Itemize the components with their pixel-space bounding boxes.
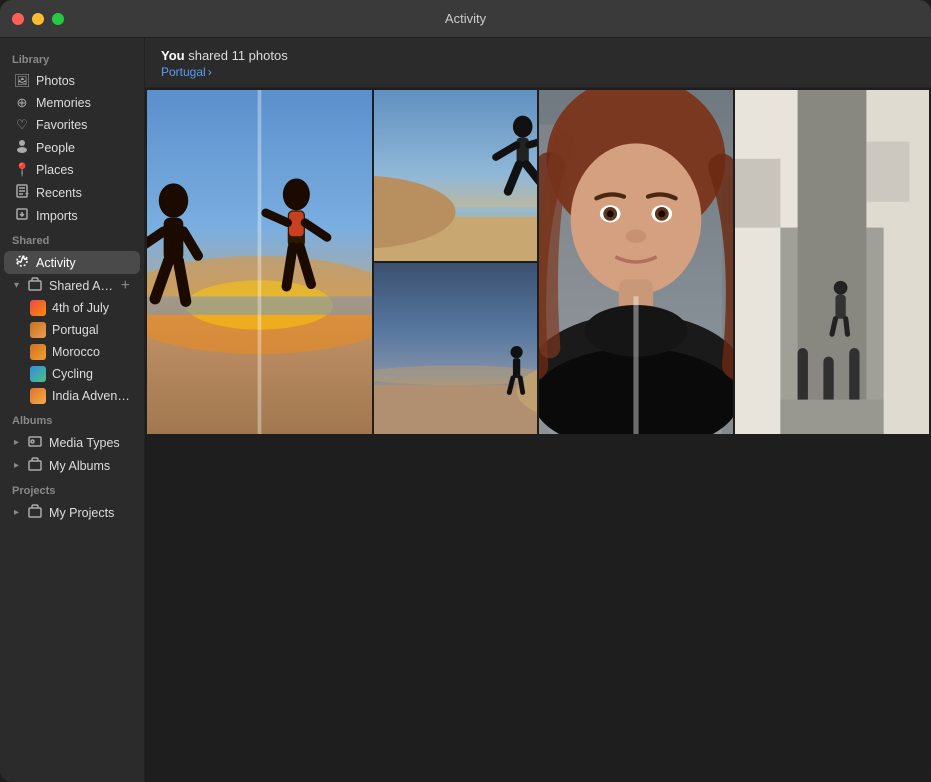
sidebar-item-label: Morocco xyxy=(52,345,130,359)
album-thumb-india xyxy=(30,388,46,404)
main-content: Library 🖼 Photos ⊕ Memories ♡ Favorites xyxy=(0,38,931,782)
sidebar-section-library: Library xyxy=(0,46,144,70)
activity-album-link[interactable]: Portugal › xyxy=(161,65,915,79)
places-icon: 📍 xyxy=(14,162,30,178)
sidebar-item-label: Activity xyxy=(36,256,130,270)
activity-album-name: Portugal xyxy=(161,65,206,79)
sidebar-item-recents[interactable]: Recents xyxy=(4,181,140,204)
imports-icon xyxy=(14,207,30,224)
shared-albums-icon xyxy=(27,277,43,294)
sidebar-item-label: My Projects xyxy=(49,506,130,520)
sidebar-item-shared-albums[interactable]: ▾ Shared Albums + xyxy=(4,274,140,297)
sidebar-section-projects: Projects xyxy=(0,477,144,501)
sidebar-item-label: Photos xyxy=(36,74,130,88)
album-thumb-morocco xyxy=(30,344,46,360)
sidebar-item-label: Favorites xyxy=(36,118,130,132)
sidebar-item-people[interactable]: People xyxy=(4,136,140,159)
sidebar-item-india-adventure[interactable]: India Adventure xyxy=(4,385,140,407)
sidebar-item-photos[interactable]: 🖼 Photos xyxy=(4,70,140,92)
album-thumb-cycling xyxy=(30,366,46,382)
close-button[interactable] xyxy=(12,13,24,25)
traffic-lights xyxy=(12,13,64,25)
sidebar-item-label: Memories xyxy=(36,96,130,110)
photo-right-stack xyxy=(374,90,537,434)
sidebar-item-label: Shared Albums xyxy=(49,279,115,293)
sidebar-item-label: People xyxy=(36,141,130,155)
chevron-right-icon: ▸ xyxy=(14,437,19,448)
sidebar-item-label: Media Types xyxy=(49,436,130,450)
sidebar-section-albums: Albums xyxy=(0,407,144,431)
sidebar-item-4th-of-july[interactable]: 4th of July xyxy=(4,297,140,319)
sidebar-item-label: Cycling xyxy=(52,367,130,381)
photo-portrait[interactable] xyxy=(539,90,733,434)
add-shared-album-button[interactable]: + xyxy=(121,278,130,294)
sidebar-item-imports[interactable]: Imports xyxy=(4,204,140,227)
sidebar: Library 🖼 Photos ⊕ Memories ♡ Favorites xyxy=(0,38,145,782)
sidebar-item-favorites[interactable]: ♡ Favorites xyxy=(4,114,140,136)
people-icon xyxy=(14,139,30,156)
sidebar-item-media-types[interactable]: ▸ Media Types xyxy=(4,431,140,454)
photos-icon: 🖼 xyxy=(14,73,30,89)
sidebar-section-shared: Shared xyxy=(0,227,144,251)
sidebar-item-my-albums[interactable]: ▸ My Albums xyxy=(4,454,140,477)
favorites-icon: ♡ xyxy=(14,117,30,133)
photo-beach-dance[interactable] xyxy=(147,90,372,434)
sidebar-item-my-projects[interactable]: ▸ My Projects xyxy=(4,501,140,524)
sidebar-item-label: 4th of July xyxy=(52,301,130,315)
sidebar-item-label: Portugal xyxy=(52,323,130,337)
app-window: Activity Library 🖼 Photos ⊕ Memories ♡ F… xyxy=(0,0,931,782)
titlebar: Activity xyxy=(0,0,931,38)
chevron-right-icon: ▸ xyxy=(14,460,19,471)
sidebar-item-cycling[interactable]: Cycling xyxy=(4,363,140,385)
media-types-icon xyxy=(27,434,43,451)
sidebar-item-label: My Albums xyxy=(49,459,130,473)
activity-icon xyxy=(14,254,30,271)
album-thumb-4th xyxy=(30,300,46,316)
photo-beach-dusk[interactable] xyxy=(374,263,537,434)
sidebar-item-places[interactable]: 📍 Places xyxy=(4,159,140,181)
photo-street[interactable] xyxy=(735,90,929,434)
activity-header: You shared 11 photos Portugal › xyxy=(145,38,931,88)
main-area: You shared 11 photos Portugal › xyxy=(145,38,931,782)
photo-top-row xyxy=(147,90,537,434)
activity-action: shared 11 photos xyxy=(188,48,288,63)
chevron-down-icon: ▾ xyxy=(14,280,19,291)
my-projects-icon xyxy=(27,504,43,521)
album-thumb-portugal xyxy=(30,322,46,338)
maximize-button[interactable] xyxy=(52,13,64,25)
photo-beach-jump[interactable] xyxy=(374,90,537,261)
minimize-button[interactable] xyxy=(32,13,44,25)
window-title: Activity xyxy=(445,11,486,26)
sidebar-item-label: India Adventure xyxy=(52,389,130,403)
sidebar-item-portugal[interactable]: Portugal xyxy=(4,319,140,341)
photo-grid xyxy=(145,88,931,782)
chevron-right-icon: ▸ xyxy=(14,507,19,518)
activity-album-chevron: › xyxy=(208,65,212,79)
sidebar-item-morocco[interactable]: Morocco xyxy=(4,341,140,363)
memories-icon: ⊕ xyxy=(14,95,30,111)
activity-user-line: You shared 11 photos xyxy=(161,48,915,63)
sidebar-item-label: Imports xyxy=(36,209,130,223)
my-albums-icon xyxy=(27,457,43,474)
sidebar-item-memories[interactable]: ⊕ Memories xyxy=(4,92,140,114)
recents-icon xyxy=(14,184,30,201)
sidebar-item-activity[interactable]: Activity xyxy=(4,251,140,274)
photo-bottom-row xyxy=(539,90,929,434)
sidebar-item-label: Recents xyxy=(36,186,130,200)
sidebar-item-label: Places xyxy=(36,163,130,177)
activity-user: You xyxy=(161,48,185,63)
